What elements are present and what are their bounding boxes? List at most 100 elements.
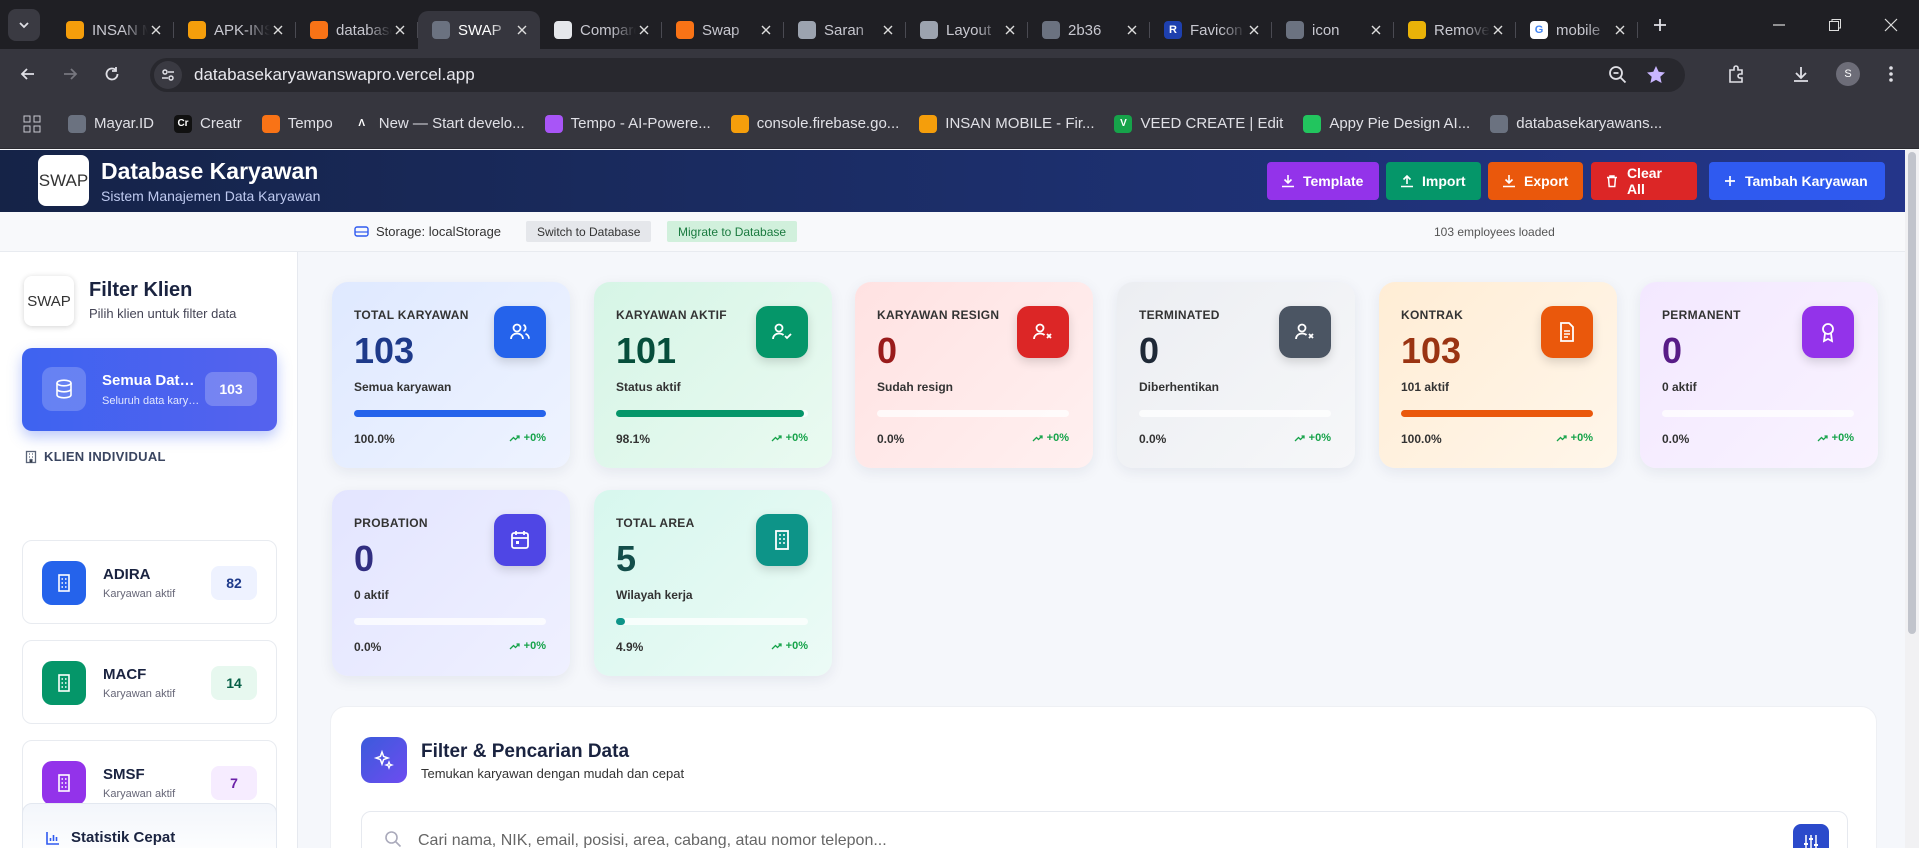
add-employee-button[interactable]: Tambah Karyawan [1709, 162, 1885, 200]
close-tab-icon[interactable] [758, 22, 774, 38]
firebase-icon [66, 21, 84, 39]
stat-value: 101 [616, 330, 677, 371]
close-tab-icon[interactable] [636, 22, 652, 38]
tab-search-button[interactable] [8, 8, 40, 41]
all-clients-title: Semua Data Klien [102, 372, 202, 389]
close-tab-icon[interactable] [148, 22, 164, 38]
bookmark-item[interactable]: INSAN MOBILE - Fir... [919, 114, 1094, 133]
close-tab-icon[interactable] [1368, 22, 1384, 38]
stat-description: 0 aktif [1662, 380, 1697, 394]
bookmark-item[interactable]: databasekaryawans... [1490, 114, 1662, 133]
browser-tab[interactable]: R Favicon [1150, 11, 1272, 49]
layers-icon [1408, 21, 1426, 39]
forward-button[interactable] [52, 56, 88, 92]
bookmark-item[interactable]: Tempo [261, 114, 333, 133]
bookmark-item[interactable]: Appy Pie Design AI... [1303, 114, 1470, 133]
globe-icon [1042, 21, 1060, 39]
all-clients-filter[interactable]: Semua Data Klien Seluruh data karyawan 1… [22, 348, 277, 431]
bookmark-item[interactable]: Λ New — Start develo... [352, 114, 525, 133]
clear-all-button[interactable]: Clear All [1591, 162, 1697, 200]
migrate-to-database-button[interactable]: Migrate to Database [667, 221, 798, 242]
browser-tab[interactable]: 2b36 [1028, 11, 1150, 49]
app-header: SWAP Database Karyawan Sistem Manajemen … [0, 150, 1919, 212]
close-tab-icon[interactable] [880, 22, 896, 38]
extensions-button[interactable] [1719, 57, 1753, 91]
stat-percent: 0.0% [1139, 432, 1167, 446]
browser-tab[interactable]: Swap [662, 11, 784, 49]
trending-up-icon [771, 435, 782, 442]
bookmark-item[interactable]: Tempo - AI-Powere... [544, 114, 711, 133]
stat-percent: 0.0% [1662, 432, 1690, 446]
browser-tab[interactable]: Remove [1394, 11, 1516, 49]
page-scrollbar[interactable] [1905, 150, 1919, 848]
bookmark-item[interactable]: Mayar.ID [68, 114, 154, 133]
tab-title: Saran [824, 21, 865, 39]
close-tab-icon[interactable] [1124, 22, 1140, 38]
address-bar[interactable]: databasekaryawanswapro.vercel.app [150, 58, 1685, 92]
tab-title: database [336, 21, 392, 39]
scrollbar-thumb[interactable] [1908, 152, 1916, 634]
globe-icon [68, 114, 86, 133]
users-icon [494, 306, 546, 358]
bookmark-item[interactable]: V VEED CREATE | Edit [1114, 114, 1284, 133]
plus-icon [1654, 18, 1666, 31]
url-text[interactable]: databasekaryawanswapro.vercel.app [194, 65, 475, 85]
browser-tab[interactable]: SWAP [418, 11, 540, 49]
profile-button[interactable]: S [1831, 57, 1865, 91]
bookmark-star-button[interactable] [1645, 64, 1667, 86]
browser-tab[interactable]: database [296, 11, 418, 49]
close-tab-icon[interactable] [1002, 22, 1018, 38]
browser-menu-button[interactable] [1874, 57, 1908, 91]
close-window-button[interactable] [1863, 0, 1919, 49]
progress-track [616, 618, 808, 625]
google-icon: G [1530, 21, 1548, 39]
globe-icon [432, 21, 450, 39]
stat-percent: 98.1% [616, 432, 651, 446]
browser-tab[interactable]: Gmobile [1516, 11, 1638, 49]
back-button[interactable] [10, 56, 46, 92]
downloads-button[interactable] [1784, 57, 1818, 91]
progress-fill [616, 618, 626, 625]
close-tab-icon[interactable] [1612, 22, 1628, 38]
close-tab-icon[interactable] [392, 22, 408, 38]
close-tab-icon[interactable] [1490, 22, 1506, 38]
quick-stats-title: Statistik Cepat [71, 829, 176, 846]
import-button[interactable]: Import [1386, 162, 1481, 200]
browser-tab[interactable]: Saran [784, 11, 906, 49]
zoom-button[interactable] [1607, 64, 1629, 86]
page-subtitle: Sistem Manajemen Data Karyawan [101, 188, 321, 204]
advanced-filter-button[interactable] [1793, 824, 1829, 848]
stat-value: 0 [354, 538, 375, 579]
bookmark-label: VEED CREATE | Edit [1140, 115, 1284, 132]
progress-track [354, 618, 546, 625]
bookmark-label: Tempo - AI-Powere... [570, 115, 711, 132]
browser-tab[interactable]: Layout [906, 11, 1028, 49]
stat-label: KONTRAK [1401, 308, 1464, 322]
close-tab-icon[interactable] [514, 22, 530, 38]
export-button[interactable]: Export [1488, 162, 1583, 200]
browser-tab[interactable]: APK-INSAN [174, 11, 296, 49]
browser-tab[interactable]: INSAN MOBILE [52, 11, 174, 49]
stat-value: 103 [354, 330, 415, 371]
restore-button[interactable] [1807, 0, 1863, 49]
client-filter-adira[interactable]: ADIRA Karyawan aktif 82 [22, 540, 277, 624]
site-info-button[interactable] [154, 61, 182, 89]
tab-title: APK-INSAN [214, 21, 270, 39]
browser-tab[interactable]: icon [1272, 11, 1394, 49]
template-button[interactable]: Template [1267, 162, 1379, 200]
search-input[interactable]: Cari nama, NIK, email, posisi, area, cab… [361, 811, 1848, 848]
close-tab-icon[interactable] [1246, 22, 1262, 38]
bookmark-item[interactable]: console.firebase.go... [730, 114, 900, 133]
reload-button[interactable] [94, 56, 130, 92]
bookmark-item[interactable]: Cr Creatr [174, 114, 242, 133]
new-tab-button[interactable] [1644, 9, 1676, 41]
bookmark-label: console.firebase.go... [756, 115, 900, 132]
apps-grid-button[interactable] [22, 114, 42, 134]
minimize-button[interactable] [1751, 0, 1807, 49]
figma-icon [544, 114, 563, 133]
browser-tab[interactable]: Compare [540, 11, 662, 49]
client-filter-macf[interactable]: MACF Karyawan aktif 14 [22, 640, 277, 724]
close-tab-icon[interactable] [270, 22, 286, 38]
stat-description: 0 aktif [354, 588, 389, 602]
switch-to-database-button[interactable]: Switch to Database [526, 221, 652, 242]
